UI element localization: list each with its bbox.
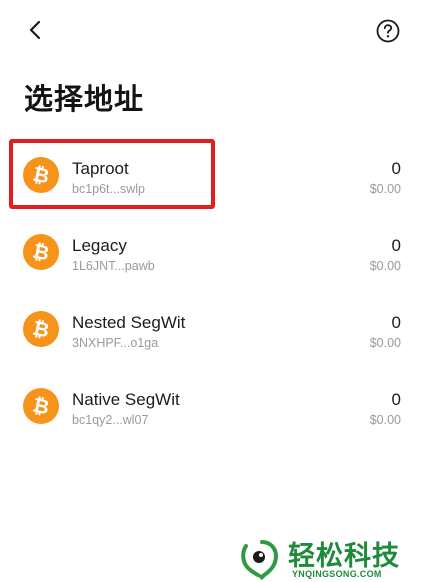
address-type: Nested SegWit — [72, 313, 186, 332]
page-title: 选择地址 — [24, 82, 145, 116]
address-short: 1L6JNT...pawb — [72, 259, 155, 273]
address-fiat-value: $0.00 — [369, 413, 401, 427]
address-balance: 0 — [391, 313, 401, 332]
back-button[interactable] — [22, 16, 50, 44]
address-short: 3NXHPF...o1ga — [72, 336, 159, 350]
address-balance: 0 — [391, 390, 401, 409]
address-fiat-value: $0.00 — [369, 182, 401, 196]
address-row-native-segwit[interactable]: ₿ Native SegWit bc1qy2...wl07 0 $0.00 — [0, 368, 425, 445]
address-fiat-value: $0.00 — [369, 259, 401, 273]
address-balance: 0 — [391, 236, 401, 255]
address-short: bc1qy2...wl07 — [72, 413, 149, 427]
help-button[interactable] — [375, 18, 401, 44]
watermark-logo-icon — [241, 540, 279, 580]
bitcoin-icon: ₿ — [23, 311, 59, 347]
watermark: 轻松科技 YNQINGSONG.COM — [240, 536, 420, 580]
address-fiat-value: $0.00 — [369, 336, 401, 350]
top-bar — [0, 0, 425, 60]
bitcoin-icon: ₿ — [23, 388, 59, 424]
address-row-legacy[interactable]: ₿ Legacy 1L6JNT...pawb 0 $0.00 — [0, 214, 425, 291]
watermark-text: 轻松科技 — [288, 541, 400, 572]
address-list: ₿ Taproot bc1p6t...swlp 0 $0.00 ₿ Legacy… — [0, 137, 425, 445]
bitcoin-icon: ₿ — [23, 157, 59, 193]
bitcoin-icon: ₿ — [23, 234, 59, 270]
address-type: Native SegWit — [72, 390, 180, 409]
address-balance: 0 — [391, 159, 401, 178]
address-short: bc1p6t...swlp — [72, 182, 145, 196]
address-row-nested-segwit[interactable]: ₿ Nested SegWit 3NXHPF...o1ga 0 $0.00 — [0, 291, 425, 368]
question-circle-icon — [376, 19, 400, 43]
address-row-taproot[interactable]: ₿ Taproot bc1p6t...swlp 0 $0.00 — [0, 137, 425, 214]
address-type: Legacy — [72, 236, 127, 255]
chevron-left-icon — [29, 20, 41, 40]
watermark-subtext: YNQINGSONG.COM — [292, 569, 382, 579]
address-type: Taproot — [72, 159, 129, 178]
